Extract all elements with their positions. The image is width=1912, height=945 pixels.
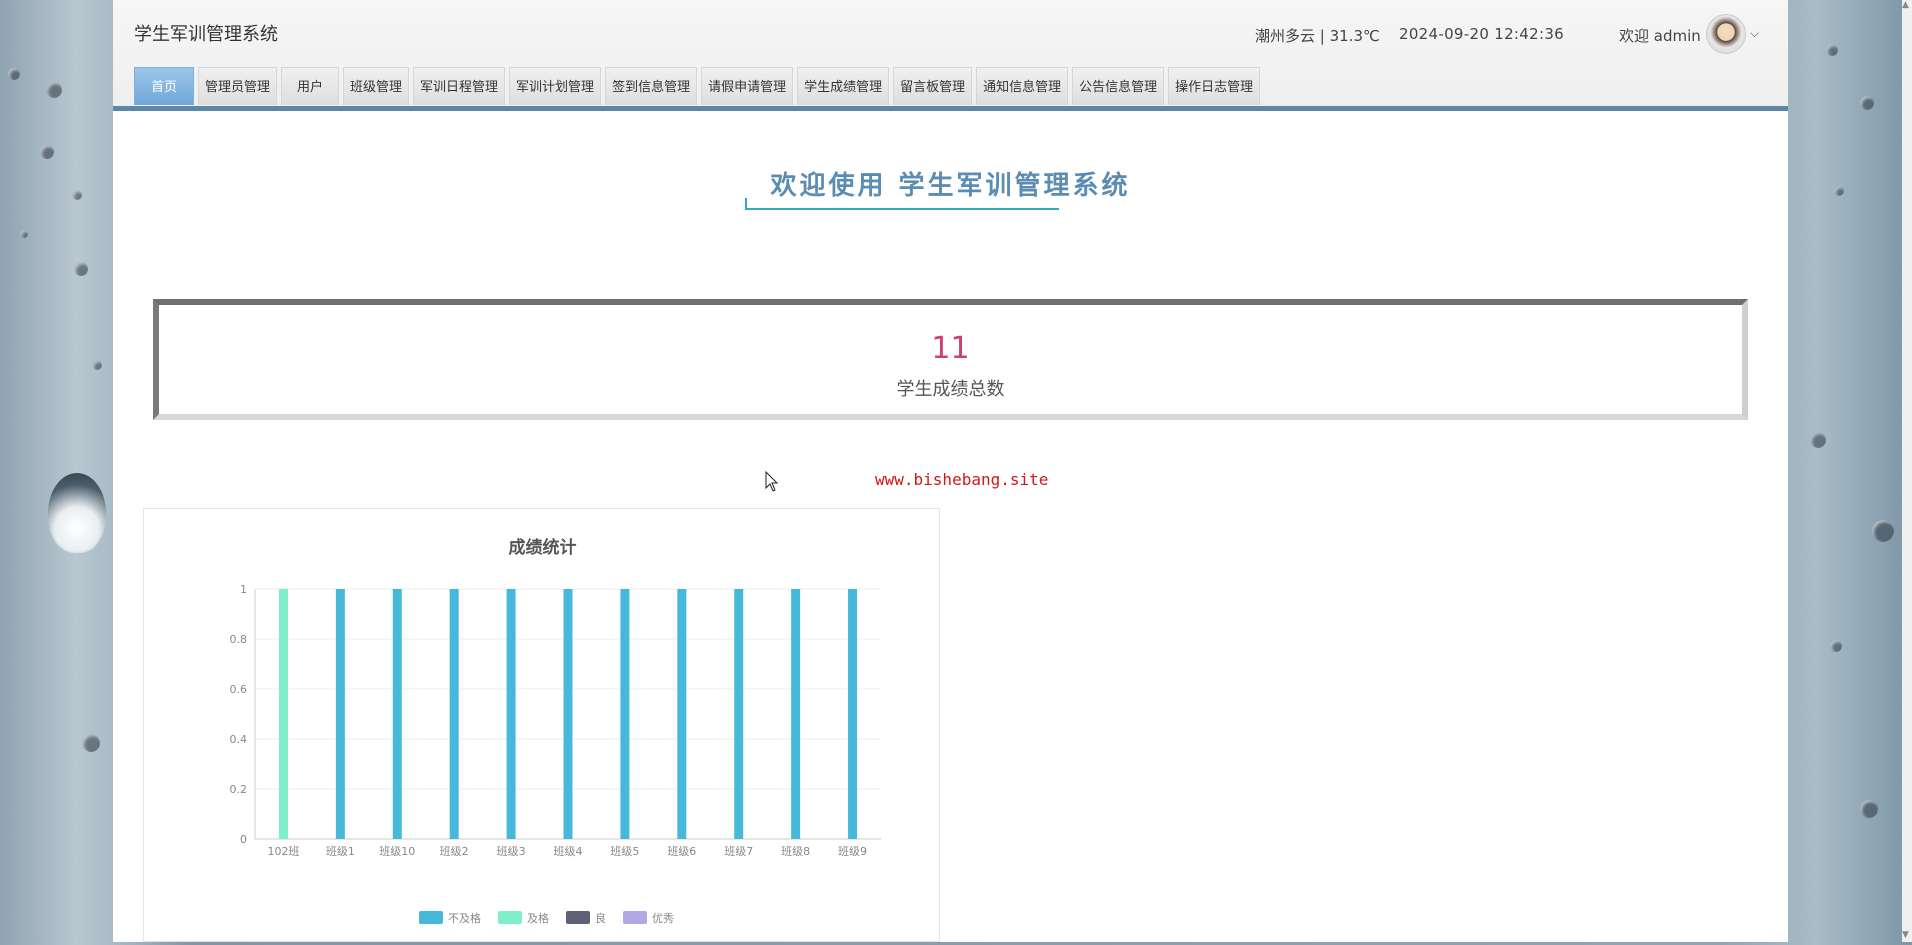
x-tick-label: 班级6 <box>667 845 696 858</box>
water-drop <box>74 262 88 276</box>
scrollbar[interactable] <box>1902 0 1912 942</box>
x-tick-label: 班级9 <box>838 845 867 858</box>
x-tick-label: 班级10 <box>379 845 415 858</box>
water-drop <box>48 473 106 553</box>
bar <box>677 589 687 839</box>
scroll-up-icon[interactable]: ▲ <box>1902 0 1909 10</box>
x-tick-label: 班级5 <box>610 845 639 858</box>
mouse-cursor-icon <box>765 471 779 492</box>
water-drop <box>8 68 20 80</box>
stat-label: 学生成绩总数 <box>896 379 1005 400</box>
water-drop <box>46 82 62 98</box>
nav-item-schedule[interactable]: 军训日程管理 <box>413 67 506 105</box>
x-tick-label: 班级1 <box>326 845 355 858</box>
scroll-down-icon[interactable]: ▼ <box>1902 930 1909 940</box>
nav-item-user[interactable]: 用户 <box>281 67 340 105</box>
water-drop <box>92 360 102 370</box>
nav-item-home[interactable]: 首页 <box>134 67 194 105</box>
water-drop <box>1810 432 1826 448</box>
chart-title: 成绩统计 <box>508 538 577 558</box>
legend-swatch <box>419 911 443 924</box>
stat-card: 11 学生成绩总数 <box>153 299 1748 420</box>
y-tick-label: 0 <box>240 833 247 846</box>
stat-value: 11 <box>931 331 970 366</box>
top-nav: 首页 管理员管理 用户 班级管理 军训日程管理 军训计划管理 签到信息管理 请假… <box>134 67 1261 107</box>
nav-item-plan[interactable]: 军训计划管理 <box>509 67 602 105</box>
score-bar-chart: 0 0.2 0.4 0.6 0.8 1 102班 班级1 班级10 班级2 班级3 班级4 班级5 班级6… <box>230 583 881 925</box>
legend-swatch <box>623 911 647 924</box>
water-drop <box>1826 44 1838 56</box>
bar <box>449 589 459 839</box>
water-drop <box>1872 520 1894 542</box>
x-tick-label: 班级8 <box>781 845 810 858</box>
chevron-down-icon[interactable]: ⌵ <box>1750 26 1759 41</box>
bar <box>848 589 858 839</box>
nav-item-leave[interactable]: 请假申请管理 <box>701 67 794 105</box>
bar <box>620 589 630 839</box>
watermark-text: www.bishebang.site <box>875 470 1049 489</box>
header: 学生军训管理系统 潮州多云 | 31.3℃ 2024-09-20 12:42:3… <box>113 0 1788 111</box>
x-tick-label: 班级4 <box>554 845 583 858</box>
water-drop <box>1834 186 1844 196</box>
title-underline <box>745 198 1059 210</box>
page-title: 欢迎使用 学生军训管理系统 <box>770 171 1131 201</box>
app-title: 学生军训管理系统 <box>134 24 278 45</box>
water-drop <box>40 145 54 159</box>
main-page: 学生军训管理系统 潮州多云 | 31.3℃ 2024-09-20 12:42:3… <box>113 0 1788 942</box>
current-datetime: 2024-09-20 12:42:36 <box>1399 25 1565 43</box>
water-drop <box>1860 96 1874 110</box>
nav-item-message-board[interactable]: 留言板管理 <box>893 67 973 105</box>
nav-item-score[interactable]: 学生成绩管理 <box>797 67 890 105</box>
bar <box>335 589 345 839</box>
bar <box>278 589 288 839</box>
water-drop <box>1860 800 1878 818</box>
legend-label: 优秀 <box>652 912 674 925</box>
bar <box>734 589 744 839</box>
bar <box>392 589 402 839</box>
water-drop <box>1830 640 1842 652</box>
nav-item-admin[interactable]: 管理员管理 <box>198 67 278 105</box>
bar <box>563 589 573 839</box>
water-drop <box>72 190 82 200</box>
weather-info: 潮州多云 | 31.3℃ <box>1255 27 1380 45</box>
avatar[interactable] <box>1706 14 1746 54</box>
nav-item-announcement[interactable]: 公告信息管理 <box>1072 67 1165 105</box>
nav-item-class[interactable]: 班级管理 <box>343 67 410 105</box>
bar <box>791 589 801 839</box>
nav-item-signin[interactable]: 签到信息管理 <box>605 67 698 105</box>
y-tick-label: 1 <box>240 583 247 596</box>
legend-label: 良 <box>595 911 606 925</box>
x-tick-label: 班级3 <box>497 845 526 858</box>
x-tick-label: 班级2 <box>440 845 469 858</box>
y-tick-label: 0.8 <box>230 633 248 646</box>
nav-item-oplog[interactable]: 操作日志管理 <box>1168 67 1261 105</box>
legend-swatch <box>498 911 522 924</box>
y-tick-label: 0.2 <box>230 783 248 796</box>
y-tick-label: 0.6 <box>230 683 248 696</box>
score-chart-panel: 成绩统计 0 0.2 0.4 0.6 0.8 1 102班 班级1 班级10 班级2 班级3 班级4 班… <box>143 508 940 942</box>
x-tick-label: 班级7 <box>724 845 753 858</box>
legend-swatch <box>566 911 590 924</box>
bar <box>506 589 516 839</box>
welcome-user[interactable]: 欢迎 admin <box>1619 25 1701 46</box>
x-tick-label: 102班 <box>267 845 299 858</box>
legend-label: 及格 <box>527 911 549 925</box>
nav-item-notice[interactable]: 通知信息管理 <box>976 67 1069 105</box>
legend-label: 不及格 <box>448 911 481 925</box>
water-drop <box>20 230 28 238</box>
y-tick-label: 0.4 <box>230 733 248 746</box>
water-drop <box>82 734 100 752</box>
